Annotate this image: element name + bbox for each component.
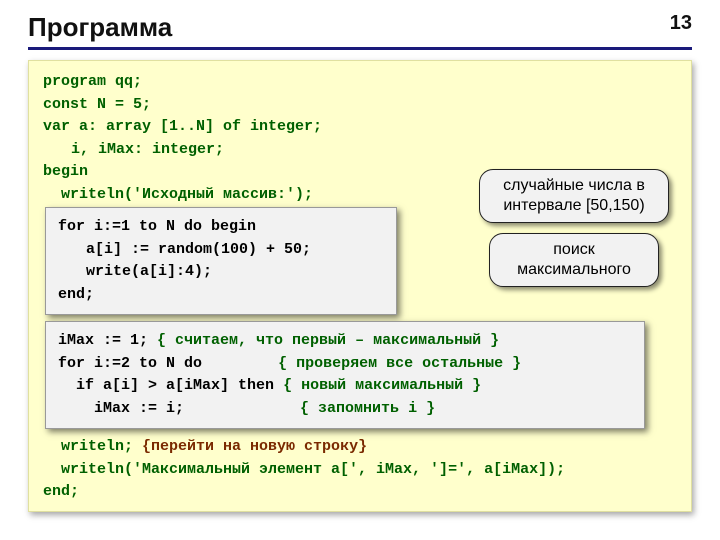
snippet-max: iMax := 1; { считаем, что первый – макси…: [45, 321, 645, 429]
code-line: writeln('Максимальный элемент a[', iMax,…: [43, 459, 677, 482]
code-line: iMax := 1; { считаем, что первый – макси…: [58, 330, 632, 353]
callout-random: случайные числа в интервале [50,150): [479, 169, 669, 223]
slide: Программа 13 program qq; const N = 5; va…: [0, 0, 720, 540]
callout-max: поиск максимального: [489, 233, 659, 287]
code-line: const N = 5;: [43, 94, 677, 117]
code-line: end;: [58, 284, 384, 307]
code-line: a[i] := random(100) + 50;: [58, 239, 384, 262]
page-title: Программа: [28, 12, 172, 43]
slide-header: Программа 13: [28, 12, 692, 50]
code-line: i, iMax: integer;: [43, 139, 677, 162]
snippet-random: for i:=1 to N do begin a[i] := random(10…: [45, 207, 397, 315]
code-line: for i:=1 to N do begin: [58, 216, 384, 239]
code-line: for i:=2 to N do { проверяем все остальн…: [58, 353, 632, 376]
code-line: program qq;: [43, 71, 677, 94]
page-number: 13: [670, 12, 692, 35]
code-line: end;: [43, 481, 677, 504]
code-line: writeln; {перейти на новую строку}: [43, 436, 677, 459]
code-block: program qq; const N = 5; var a: array [1…: [28, 60, 692, 512]
code-line: iMax := i; { запомнить i }: [58, 398, 632, 421]
code-line: if a[i] > a[iMax] then { новый максималь…: [58, 375, 632, 398]
code-line: var a: array [1..N] of integer;: [43, 116, 677, 139]
code-line: write(a[i]:4);: [58, 261, 384, 284]
